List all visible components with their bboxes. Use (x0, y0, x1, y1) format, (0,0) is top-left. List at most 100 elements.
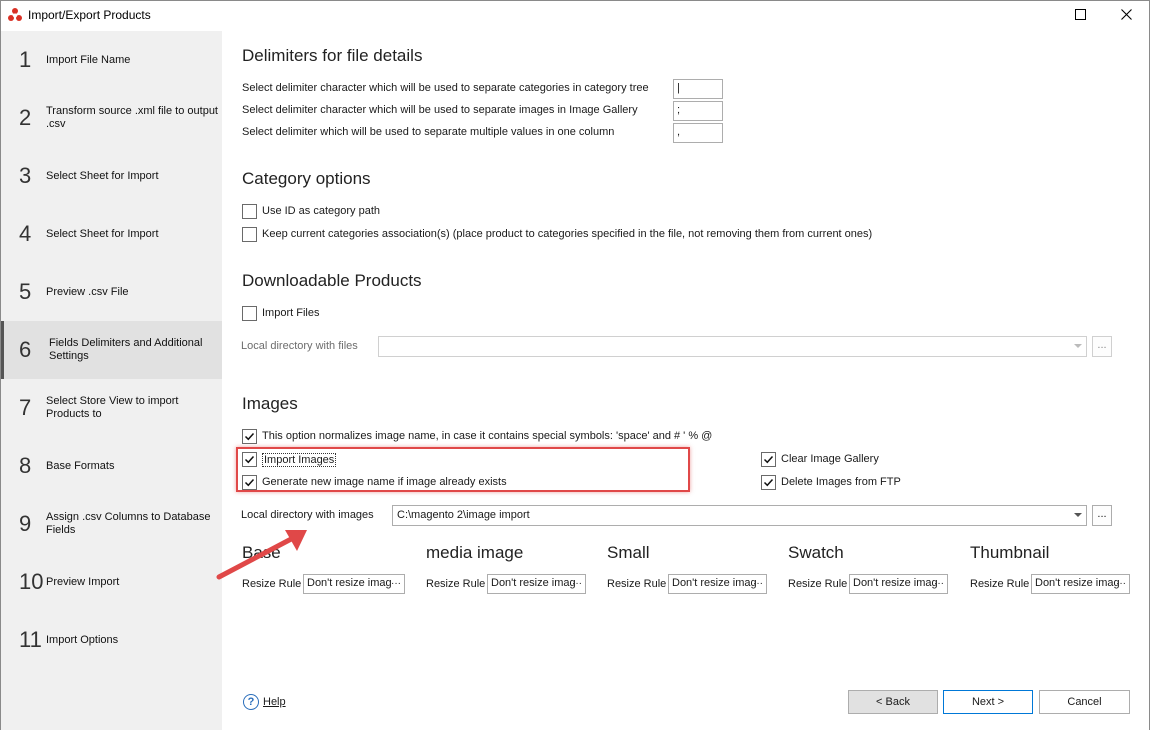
generate-name-checkbox[interactable] (242, 475, 257, 490)
step-label: Select Sheet for Import (46, 169, 159, 182)
keep-associations-label: Keep current categories association(s) (… (262, 228, 873, 240)
step-number: 8 (19, 453, 32, 478)
import-export-window: Import/Export Products 1 Import File Nam… (0, 0, 1150, 730)
step-number: 9 (19, 511, 32, 536)
step-label: Import File Name (46, 53, 131, 66)
back-button[interactable]: < Back (848, 690, 938, 714)
step-label: Preview .csv File (46, 285, 129, 298)
generate-name-label: Generate new image name if image already… (262, 476, 507, 488)
resize-rule-label: Resize Rule (607, 578, 667, 590)
step-item-11[interactable]: 11 Import Options (1, 611, 222, 669)
delete-ftp-label: Delete Images from FTP (781, 476, 901, 488)
multi-value-delimiter-input[interactable]: , (673, 123, 723, 143)
resize-rule-label: Resize Rule (426, 578, 486, 590)
help-link-text: Help (263, 696, 286, 708)
title-bar: Import/Export Products (1, 1, 1149, 30)
import-images-label: Import Images (262, 453, 337, 467)
delete-ftp-checkbox[interactable] (761, 475, 776, 490)
resize-rule-value: Don't resize imag (1035, 577, 1120, 589)
browse-images-button[interactable]: ... (1092, 505, 1112, 526)
resize-rule-value: Don't resize imag (491, 577, 576, 589)
image-type-title-media: media image (426, 543, 524, 562)
step-item-7[interactable]: 7 Select Store View to import Products t… (1, 379, 222, 437)
help-link[interactable]: Help (263, 696, 286, 708)
images-directory-combo[interactable]: C:\magento 2\image import (392, 505, 1087, 526)
step-item-1[interactable]: 1 Import File Name (1, 31, 222, 89)
maximize-button[interactable] (1057, 1, 1103, 30)
section-heading-delimiters: Delimiters for file details (242, 46, 423, 65)
section-heading-category-options: Category options (242, 169, 371, 188)
clear-gallery-checkbox[interactable] (761, 452, 776, 467)
step-item-2[interactable]: 2 Transform source .xml file to output .… (1, 89, 222, 147)
resize-rule-label: Resize Rule (242, 578, 302, 590)
step-item-5[interactable]: 5 Preview .csv File (1, 263, 222, 321)
step-number: 3 (19, 163, 32, 188)
step-number: 5 (19, 279, 32, 304)
resize-rule-select-swatch[interactable]: Don't resize imag ··· (849, 574, 948, 594)
import-files-checkbox[interactable] (242, 306, 257, 321)
step-item-8[interactable]: 8 Base Formats (1, 437, 222, 495)
step-number: 4 (19, 221, 32, 246)
step-label: Import Options (46, 633, 119, 646)
next-button[interactable]: Next > (943, 690, 1033, 714)
multi-value-delimiter-label: Select delimiter which will be used to s… (242, 126, 615, 138)
checkmark-icon (244, 432, 255, 441)
category-delimiter-input[interactable]: | (673, 79, 723, 99)
resize-rule-value: Don't resize imag (853, 577, 938, 589)
resize-rule-select-thumbnail[interactable]: Don't resize imag ··· (1031, 574, 1130, 594)
use-id-checkbox[interactable] (242, 204, 257, 219)
images-delimiter-input[interactable]: ; (673, 101, 723, 121)
image-type-title-base: Base (242, 543, 281, 562)
settings-panel: Delimiters for file details Select delim… (222, 31, 1149, 730)
browse-files-button[interactable]: ... (1092, 336, 1112, 357)
maximize-icon (1074, 8, 1086, 23)
resize-rule-select-media[interactable]: Don't resize imag ··· (487, 574, 586, 594)
step-label: Assign .csv Columns to Database Fields (46, 511, 211, 536)
step-number: 11 (19, 627, 42, 652)
import-images-checkbox[interactable] (242, 452, 257, 467)
window-title: Import/Export Products (28, 8, 151, 22)
resize-rule-value: Don't resize imag (307, 577, 392, 589)
resize-rule-label: Resize Rule (788, 578, 848, 590)
resize-rule-value: Don't resize imag (672, 577, 757, 589)
step-label: Transform source .xml file to output .cs… (46, 105, 218, 130)
files-directory-combo[interactable] (378, 336, 1087, 357)
use-id-label: Use ID as category path (262, 205, 381, 217)
help-icon[interactable]: ? (243, 694, 259, 710)
step-item-6[interactable]: 6 Fields Delimiters and Additional Setti… (1, 321, 222, 379)
step-number: 7 (19, 395, 32, 420)
keep-associations-checkbox[interactable] (242, 227, 257, 242)
ellipsis-icon: ··· (391, 578, 401, 589)
category-delimiter-label: Select delimiter character which will be… (242, 82, 649, 94)
checkmark-icon (763, 478, 774, 487)
image-type-title-thumbnail: Thumbnail (970, 543, 1050, 562)
resize-rule-select-base[interactable]: Don't resize imag ··· (303, 574, 405, 594)
normalize-name-label: This option normalizes image name, in ca… (262, 430, 713, 442)
step-number: 6 (19, 337, 32, 362)
close-button[interactable] (1103, 1, 1149, 30)
normalize-name-checkbox[interactable] (242, 429, 257, 444)
step-label: Fields Delimiters and Additional Setting… (49, 337, 203, 362)
chevron-down-icon (1074, 344, 1082, 348)
import-files-label: Import Files (262, 307, 320, 319)
cancel-button[interactable]: Cancel (1039, 690, 1130, 714)
step-item-9[interactable]: 9 Assign .csv Columns to Database Fields (1, 495, 222, 553)
section-heading-downloadable: Downloadable Products (242, 271, 422, 290)
ellipsis-icon: ··· (572, 578, 582, 589)
step-label: Base Formats (46, 459, 115, 472)
step-item-10[interactable]: 10 Preview Import (1, 553, 222, 611)
step-number: 2 (19, 105, 32, 130)
step-label: Select Sheet for Import (46, 227, 159, 240)
resize-rule-select-small[interactable]: Don't resize imag ··· (668, 574, 767, 594)
step-item-3[interactable]: 3 Select Sheet for Import (1, 147, 222, 205)
step-label: Preview Import (46, 575, 120, 588)
checkmark-icon (763, 455, 774, 464)
step-item-4[interactable]: 4 Select Sheet for Import (1, 205, 222, 263)
images-delimiter-label: Select delimiter character which will be… (242, 104, 638, 116)
images-directory-label: Local directory with images (241, 509, 374, 521)
image-type-title-small: Small (607, 543, 650, 562)
section-heading-images: Images (242, 394, 298, 413)
step-number: 10 (19, 569, 44, 594)
app-logo-icon (7, 7, 23, 23)
ellipsis-icon: ··· (934, 578, 944, 589)
